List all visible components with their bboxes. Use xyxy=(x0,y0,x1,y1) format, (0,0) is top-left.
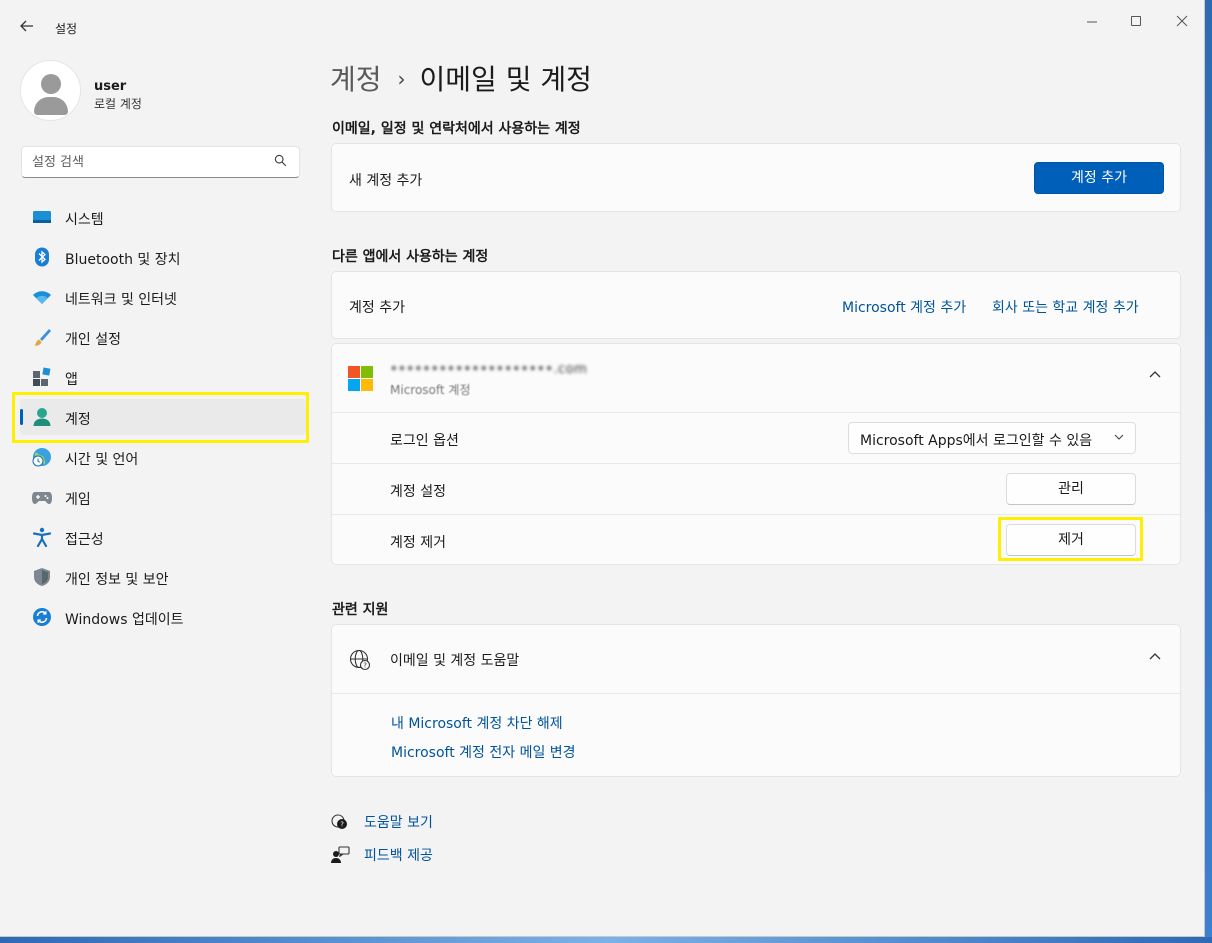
search-icon xyxy=(274,154,287,171)
manage-button[interactable]: 관리 xyxy=(1006,473,1136,505)
feedback-link[interactable]: 피드백 제공 xyxy=(330,843,530,867)
sidebar-item-system[interactable]: 시스템 xyxy=(20,199,306,235)
help-chat-icon: ? xyxy=(330,812,350,832)
card-support: ? 이메일 및 계정 도움말 내 Microsoft 계정 차단 해제 Micr… xyxy=(331,624,1181,777)
account-settings-label: 계정 설정 xyxy=(390,484,446,500)
sidebar-item-label: 시스템 xyxy=(65,212,104,228)
search-box[interactable] xyxy=(21,146,300,178)
shield-icon xyxy=(32,567,52,587)
time-language-icon xyxy=(32,447,52,467)
sidebar-item-label: Bluetooth 및 장치 xyxy=(65,252,181,268)
support-header-row[interactable]: ? 이메일 및 계정 도움말 xyxy=(332,625,1180,693)
sidebar-item-label: 개인 정보 및 보안 xyxy=(65,572,169,588)
page-title: 이메일 및 계정 xyxy=(419,63,592,96)
sidebar-item-label: 시간 및 언어 xyxy=(65,452,139,468)
account-email: ••••••••••••••••••••.com xyxy=(390,362,588,377)
gamepad-icon xyxy=(32,487,52,507)
microsoft-logo-icon xyxy=(348,366,373,391)
svg-text:?: ? xyxy=(340,821,344,829)
unblock-account-link[interactable]: 내 Microsoft 계정 차단 해제 xyxy=(391,713,563,733)
settings-window: 설정 user 로컬 계정 시스템 xyxy=(0,0,1205,937)
system-icon xyxy=(32,207,52,227)
sidebar-item-bluetooth[interactable]: Bluetooth 및 장치 xyxy=(20,239,306,275)
login-options-select[interactable]: Microsoft Apps에서 로그인할 수 있음 xyxy=(848,422,1136,454)
minimize-icon[interactable] xyxy=(1080,12,1104,32)
chevron-up-icon[interactable] xyxy=(1148,650,1162,668)
breadcrumb-parent[interactable]: 계정 xyxy=(330,63,382,96)
app-title: 설정 xyxy=(55,22,78,36)
desktop-background-bottom xyxy=(0,937,1212,943)
brush-icon xyxy=(32,327,52,347)
wifi-icon xyxy=(32,287,52,307)
svg-text:?: ? xyxy=(363,662,367,670)
support-links-row: 내 Microsoft 계정 차단 해제 Microsoft 계정 전자 메일 … xyxy=(332,693,1180,777)
sidebar-item-time-language[interactable]: 시간 및 언어 xyxy=(20,439,306,475)
section-title-email: 이메일, 일정 및 연락처에서 사용하는 계정 xyxy=(332,121,581,137)
sidebar-item-privacy[interactable]: 개인 정보 및 보안 xyxy=(20,559,306,595)
sidebar-item-apps[interactable]: 앱 xyxy=(20,359,306,395)
remove-account-label: 계정 제거 xyxy=(390,535,446,551)
breadcrumb-separator: › xyxy=(397,67,406,91)
sidebar-item-label: 게임 xyxy=(65,492,91,508)
card-add-email-account: 새 계정 추가 계정 추가 xyxy=(331,143,1181,212)
chevron-down-icon xyxy=(1113,430,1125,447)
sidebar-item-gaming[interactable]: 게임 xyxy=(20,479,306,515)
feedback-icon xyxy=(330,845,350,865)
get-help-label[interactable]: 도움말 보기 xyxy=(364,812,433,832)
update-icon xyxy=(32,607,52,627)
account-header-row[interactable]: ••••••••••••••••••••.com Microsoft 계정 xyxy=(332,344,1180,412)
title-bar: 설정 xyxy=(0,0,1204,46)
bluetooth-icon xyxy=(32,247,52,267)
login-options-value: Microsoft Apps에서 로그인할 수 있음 xyxy=(860,433,1093,449)
section-title-support: 관련 지원 xyxy=(332,602,389,618)
highlight-box-accounts xyxy=(12,392,309,443)
card-add-other-account: 계정 추가 Microsoft 계정 추가 회사 또는 학교 계정 추가 xyxy=(331,271,1181,339)
sidebar-item-label: 접근성 xyxy=(65,532,104,548)
login-options-row: 로그인 옵션 Microsoft Apps에서 로그인할 수 있음 xyxy=(332,412,1180,463)
add-other-account-label: 계정 추가 xyxy=(349,300,405,316)
account-type: Microsoft 계정 xyxy=(390,383,471,397)
user-name: user xyxy=(94,79,127,94)
add-microsoft-account-link[interactable]: Microsoft 계정 추가 xyxy=(842,297,966,317)
add-work-school-account-link[interactable]: 회사 또는 학교 계정 추가 xyxy=(992,297,1139,317)
get-help-link[interactable]: ? 도움말 보기 xyxy=(330,810,530,834)
change-email-link[interactable]: Microsoft 계정 전자 메일 변경 xyxy=(391,742,576,762)
back-arrow-icon[interactable] xyxy=(18,17,40,39)
user-profile[interactable]: user 로컬 계정 xyxy=(20,60,300,124)
search-input[interactable] xyxy=(32,153,262,171)
desktop-background xyxy=(1205,0,1212,943)
maximize-icon[interactable] xyxy=(1124,12,1148,32)
add-account-button[interactable]: 계정 추가 xyxy=(1034,162,1164,194)
apps-icon xyxy=(32,367,52,387)
account-settings-row: 계정 설정 관리 xyxy=(332,463,1180,514)
sidebar-item-network[interactable]: 네트워크 및 인터넷 xyxy=(20,279,306,315)
login-options-label: 로그인 옵션 xyxy=(390,433,459,449)
highlight-box-remove xyxy=(998,517,1143,561)
section-title-other-apps: 다른 앱에서 사용하는 계정 xyxy=(332,249,489,265)
sidebar-item-personalization[interactable]: 개인 설정 xyxy=(20,319,306,355)
accessibility-icon xyxy=(32,527,52,548)
add-account-label: 새 계정 추가 xyxy=(349,173,423,189)
sidebar-item-windows-update[interactable]: Windows 업데이트 xyxy=(20,599,306,635)
sidebar-item-label: 네트워크 및 인터넷 xyxy=(65,292,177,308)
sidebar-item-label: Windows 업데이트 xyxy=(65,612,184,628)
support-help-title: 이메일 및 계정 도움말 xyxy=(390,653,520,669)
feedback-label[interactable]: 피드백 제공 xyxy=(364,845,433,865)
close-icon[interactable] xyxy=(1170,12,1194,32)
chevron-up-icon[interactable] xyxy=(1148,368,1162,386)
globe-help-icon: ? xyxy=(349,649,371,675)
user-account-type: 로컬 계정 xyxy=(94,97,142,111)
sidebar-item-label: 앱 xyxy=(65,372,78,388)
sidebar-item-accessibility[interactable]: 접근성 xyxy=(20,519,306,555)
sidebar-item-label: 개인 설정 xyxy=(65,332,121,348)
avatar xyxy=(20,60,81,121)
breadcrumb: 계정 › 이메일 및 계정 xyxy=(330,58,592,98)
